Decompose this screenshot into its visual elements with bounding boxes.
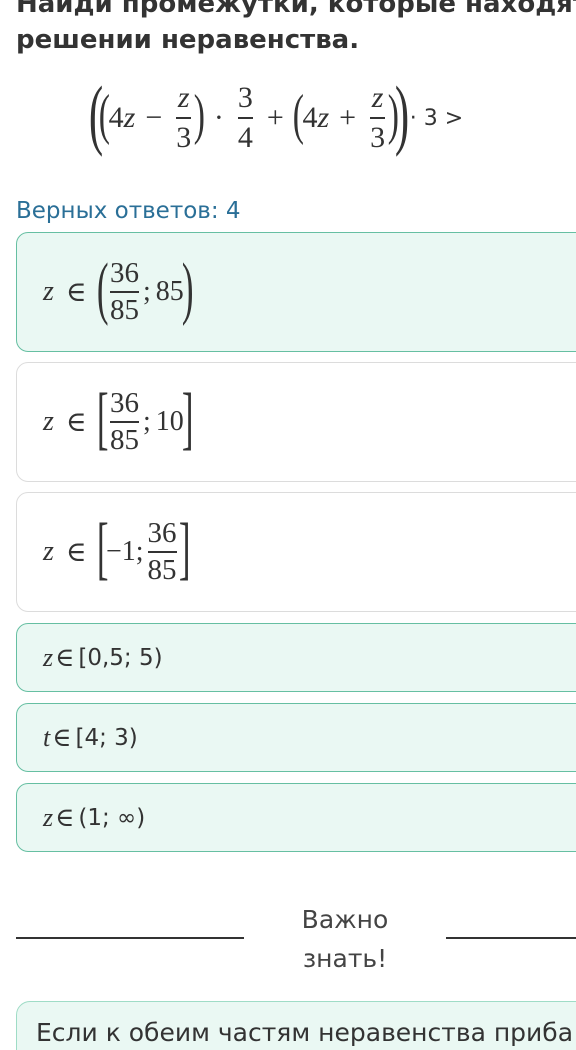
element-of-symbol: ∈	[65, 277, 87, 308]
fraction-denominator: 85	[109, 424, 139, 456]
divider-right	[446, 937, 576, 939]
option-variable: z	[43, 406, 54, 437]
right-bound: 10	[155, 406, 184, 437]
fraction-numerator: z	[177, 81, 190, 114]
left-bound: −1;	[105, 536, 144, 567]
close-bracket: )	[181, 250, 194, 327]
plus-sign: +	[339, 101, 357, 134]
open-bracket: (	[96, 250, 109, 327]
fraction-denominator: 3	[370, 121, 386, 154]
open-bracket: [	[96, 380, 109, 457]
plus-sign: +	[266, 101, 284, 134]
answer-option-4[interactable]: z ∈ [0,5; 5)	[16, 623, 576, 692]
variable-z: z	[123, 101, 136, 134]
fraction-numerator: 3	[237, 81, 253, 114]
fraction-z-over-3: z 3	[176, 81, 192, 154]
fraction-denominator: 85	[109, 294, 139, 326]
inequality-expression: ( ( 4z − z 3 ) · 3 4 + ( 4z + z 3 ) ) · …	[89, 70, 464, 158]
fraction-denominator: 85	[147, 554, 177, 586]
answer-option-5[interactable]: t ∈ [4; 3)	[16, 703, 576, 772]
hint-box: Если к обеим частям неравенства приба	[16, 1001, 576, 1050]
task-title-line2: решении неравенства.	[16, 25, 360, 55]
separator: ;	[142, 276, 151, 307]
fraction-numerator: 36	[109, 257, 139, 289]
option-math: z ∈ [0,5; 5)	[43, 643, 163, 673]
option-math: z ∈ [ 36 85 ; 10 ]	[43, 380, 194, 457]
option-math: z ∈ ( 36 85 ; 85 )	[43, 250, 194, 327]
fraction-numerator: 36	[109, 387, 139, 419]
option-variable: z	[43, 642, 54, 672]
multiply-dot: ·	[213, 101, 224, 134]
outer-close-paren: )	[394, 70, 409, 157]
inner-open-paren: (	[98, 84, 110, 146]
option-interval: [0,5; 5)	[78, 644, 163, 671]
option-variable: z	[43, 276, 54, 307]
element-of-symbol: ∈	[55, 642, 75, 672]
close-bracket: ]	[181, 380, 194, 457]
answer-option-3[interactable]: z ∈ [ −1; 36 85 ]	[16, 492, 576, 612]
fraction-z-over-3: z 3	[370, 81, 386, 154]
option-variable: z	[43, 536, 54, 567]
option-math: z ∈ (1; ∞)	[43, 803, 145, 833]
task-title: Найди промежутки, которые находятся реше…	[16, 0, 576, 58]
inner-open-paren-2: (	[292, 84, 304, 146]
expression-tail: · 3 >	[409, 105, 464, 131]
correct-answers-counter: Верных ответов: 4	[16, 198, 241, 224]
variable-z: z	[317, 101, 330, 134]
element-of-symbol: ∈	[52, 722, 72, 752]
fraction-36-over-85: 36 85	[147, 517, 177, 586]
option-variable: t	[43, 722, 51, 752]
fraction-3-over-4: 3 4	[237, 81, 253, 154]
right-bound: 85	[155, 276, 184, 307]
separator: ;	[142, 406, 151, 437]
option-variable: z	[43, 802, 54, 832]
divider-left	[16, 937, 244, 939]
important-heading: Важно знать!	[301, 905, 389, 973]
inner-close-paren: )	[193, 84, 206, 146]
minus-sign: −	[145, 101, 163, 134]
close-bracket: ]	[178, 510, 191, 587]
task-title-line1: Найди промежутки, которые находятся	[16, 0, 576, 19]
fraction-numerator: z	[371, 81, 384, 114]
answer-option-6[interactable]: z ∈ (1; ∞)	[16, 783, 576, 852]
coefficient-a: 4	[108, 101, 124, 134]
open-bracket: [	[96, 510, 109, 587]
option-interval: [4; 3)	[75, 724, 138, 751]
fraction-denominator: 3	[176, 121, 192, 154]
fraction-36-over-85: 36 85	[109, 257, 139, 326]
element-of-symbol: ∈	[55, 802, 75, 832]
fraction-denominator: 4	[237, 121, 253, 154]
task-page: Найди промежутки, которые находятся реше…	[0, 0, 576, 1050]
hint-text: Если к обеим частям неравенства приба	[36, 1018, 574, 1047]
fraction-numerator: 36	[147, 517, 177, 549]
fraction-36-over-85: 36 85	[109, 387, 139, 456]
coefficient-b: 4	[302, 101, 318, 134]
option-math: z ∈ [ −1; 36 85 ]	[43, 510, 191, 587]
answer-option-1[interactable]: z ∈ ( 36 85 ; 85 )	[16, 232, 576, 352]
option-interval: (1; ∞)	[78, 804, 146, 831]
element-of-symbol: ∈	[65, 407, 87, 438]
element-of-symbol: ∈	[65, 537, 87, 568]
answer-option-2[interactable]: z ∈ [ 36 85 ; 10 ]	[16, 362, 576, 482]
option-math: t ∈ [4; 3)	[43, 723, 138, 753]
